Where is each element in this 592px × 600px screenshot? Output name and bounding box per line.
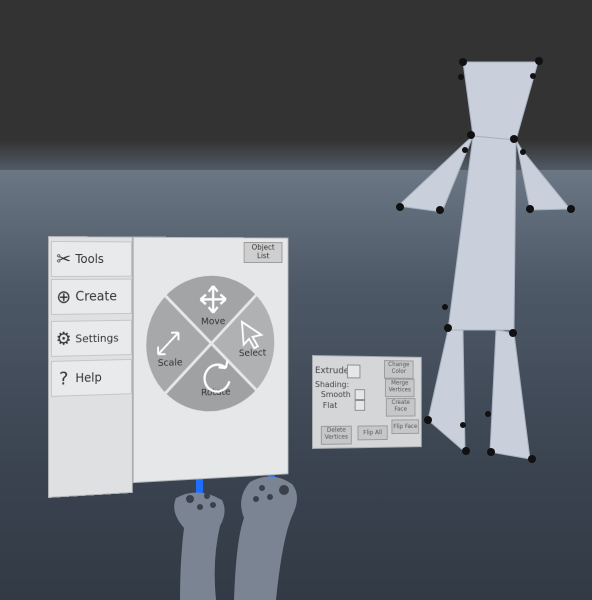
- menu-panel: ✂ Tools ⊕ Create ⚙ Settings ? Help Objec…: [48, 236, 289, 498]
- move-label: Move: [201, 316, 225, 327]
- figure-left-leg[interactable]: [427, 329, 466, 454]
- sidebar-item-label: Create: [75, 289, 117, 305]
- figure-left-arm[interactable]: [396, 135, 474, 213]
- sidebar-item-label: Settings: [75, 331, 119, 345]
- button-label: Flip Face: [393, 423, 418, 431]
- sidebar: ✂ Tools ⊕ Create ⚙ Settings ? Help: [48, 236, 133, 498]
- figure-head[interactable]: [462, 61, 539, 141]
- button-label: Flip All: [363, 429, 383, 437]
- merge-vertices-button[interactable]: Merge Vertices: [384, 378, 415, 398]
- extrude-label: Extrude: [314, 366, 350, 377]
- flat-label: Flat: [322, 401, 338, 410]
- radial-menu: Move Select Rotate Scale: [134, 238, 290, 485]
- change-color-button[interactable]: Change Color: [383, 360, 414, 379]
- sidebar-item-tools[interactable]: ✂ Tools: [50, 241, 132, 277]
- question-icon: ?: [59, 367, 69, 390]
- button-label: Face: [394, 405, 407, 413]
- button-label: Color: [391, 367, 407, 375]
- plus-circle-icon: ⊕: [56, 286, 72, 308]
- create-face-button[interactable]: Create Face: [385, 398, 416, 417]
- scale-label: Scale: [158, 358, 183, 369]
- extrude-toggle[interactable]: [347, 364, 361, 379]
- select-label: Select: [239, 348, 266, 359]
- gear-icon: ⚙: [55, 328, 72, 350]
- button-label: Vertices: [388, 386, 411, 394]
- sidebar-item-settings[interactable]: ⚙ Settings: [50, 319, 132, 357]
- tools-icon: ✂: [56, 248, 72, 270]
- flat-checkbox[interactable]: [354, 400, 366, 411]
- sidebar-item-create[interactable]: ⊕ Create: [50, 278, 132, 315]
- shading-label: Shading:: [314, 380, 350, 390]
- smooth-label: Smooth: [320, 390, 351, 400]
- button-label: Vertices: [324, 433, 348, 441]
- sidebar-item-label: Tools: [75, 252, 104, 266]
- sidebar-item-label: Help: [75, 370, 102, 386]
- flip-face-button[interactable]: Flip Face: [391, 419, 420, 435]
- sidebar-item-help[interactable]: ? Help: [50, 358, 132, 397]
- vr-scene: ✂ Tools ⊕ Create ⚙ Settings ? Help Objec…: [0, 0, 592, 600]
- delete-vertices-button[interactable]: Delete Vertices: [320, 425, 352, 445]
- smooth-checkbox[interactable]: [354, 389, 366, 401]
- tools-area: Object List Move Select Rotate Scale: [132, 236, 290, 485]
- figure-right-leg[interactable]: [489, 329, 531, 460]
- modeling-panel: Extrude Shading: Smooth Flat Change Colo…: [312, 355, 422, 449]
- flip-all-button[interactable]: Flip All: [357, 425, 388, 441]
- button-label: Create: [391, 399, 410, 406]
